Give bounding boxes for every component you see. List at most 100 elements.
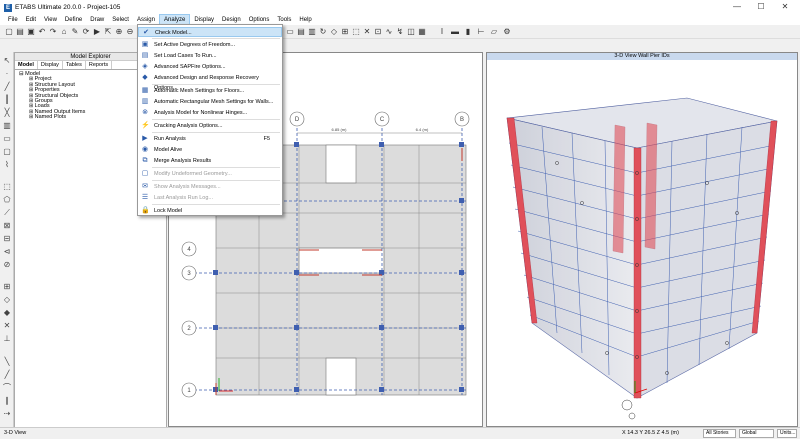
select-poly-icon[interactable]: ⬠ [2,195,12,205]
save-icon[interactable]: ▣ [26,27,36,37]
menu-item-run-analysis[interactable]: ▶ Run Analysis F5 [138,134,282,144]
lock-icon[interactable]: ⌂ [59,27,69,37]
undo-icon[interactable]: ↶ [37,27,47,37]
dimension-icon[interactable]: ⊢ [476,27,486,37]
menu-item-lock-model[interactable]: 🔒 Lock Model [138,206,282,216]
settings-icon[interactable]: ⚙ [502,27,512,37]
pointer-icon[interactable]: ⇱ [103,27,113,37]
select-pointer-icon[interactable]: ↖ [2,56,12,66]
explorer-tab-tables[interactable]: Tables [63,61,86,69]
snap-arc-icon[interactable]: ⌒ [2,383,12,393]
run-icon[interactable]: ▶ [92,27,102,37]
snap-parallel-icon[interactable]: ∥ [2,396,12,406]
plan-view-icon[interactable]: ▤ [296,27,306,37]
select-all-side-icon[interactable]: ⊠ [2,221,12,231]
perspective-icon[interactable]: ◇ [329,27,339,37]
minimize-button[interactable]: — [728,2,746,12]
table-icon[interactable]: ▦ [417,27,427,37]
draw-brace-icon[interactable]: ╳ [2,108,12,118]
grid-icon[interactable]: ⊞ [340,27,350,37]
draw-wall-icon[interactable]: ▥ [2,121,12,131]
draw-point-icon[interactable]: · [2,69,12,79]
previous-selection-icon[interactable]: ⊲ [2,247,12,257]
menu-item-label: Modify Undeformed Geometry... [154,171,232,177]
display-icon[interactable]: ◫ [406,27,416,37]
menu-separator [152,132,280,133]
title-bar: E ETABS Ultimate 20.0.0 - Project-105 — … [0,0,800,15]
pier-icon[interactable]: ⊡ [373,27,383,37]
close-button[interactable]: ✕ [776,2,794,12]
menu-item-model-alive[interactable]: ◉ Model Alive [138,145,282,155]
text-tool-icon[interactable]: I [437,27,447,37]
redo-icon[interactable]: ↷ [48,27,58,37]
units-button[interactable]: Units... [777,429,797,438]
menu-item-merge-analysis-results[interactable]: ⧉ Merge Analysis Results [138,156,282,166]
menu-item-automatic-rectangular-mesh-settings-for-walls[interactable]: ▥ Automatic Rectangular Mesh Settings for… [138,97,282,107]
core-wall-1[interactable] [612,124,626,254]
deform-icon[interactable]: ∿ [384,27,394,37]
draw-beam-icon[interactable]: ┃ [2,95,12,105]
menu-item-advanced-sapfire-options[interactable]: ◈ Advanced SAPFire Options... [138,62,282,72]
pier-wall-front[interactable] [633,147,642,399]
pencil-icon[interactable]: ✎ [70,27,80,37]
open-icon[interactable]: ▤ [15,27,25,37]
3d-model-drawing[interactable] [487,53,798,427]
forces-icon[interactable]: ↯ [395,27,405,37]
menu-edit[interactable]: Edit [22,15,40,25]
menu-help[interactable]: Help [295,15,315,25]
3d-view-window[interactable]: 3-D View Wall Pier IDs [486,52,798,427]
snap-end-icon[interactable]: ◇ [2,295,12,305]
menu-item-advanced-design-and-response-recovery-options[interactable]: ◆ Advanced Design and Response Recovery O… [138,73,282,91]
clear-selection-icon[interactable]: ⊘ [2,260,12,270]
select-window-icon[interactable]: ⬚ [2,182,12,192]
run-icon: ▶ [142,135,148,142]
view-3d-icon[interactable]: ▭ [285,27,295,37]
menu-draw[interactable]: Draw [86,15,108,25]
elevation-icon[interactable]: ▥ [307,27,317,37]
hinge-icon: ⊗ [142,109,148,116]
story-selector[interactable]: All Stories [703,429,736,438]
draw-opening-icon[interactable]: ▢ [2,147,12,157]
refresh-icon[interactable]: ⟳ [81,27,91,37]
rotate-icon[interactable]: ↻ [318,27,328,37]
zoom-in-icon[interactable]: ⊕ [114,27,124,37]
new-model-icon[interactable]: ▢ [4,27,14,37]
snap-line-icon[interactable]: ╲ [2,357,12,367]
draw-frame-icon[interactable]: ╱ [2,82,12,92]
core-wall-2[interactable] [644,122,658,250]
explorer-tab-model[interactable]: Model [15,61,38,69]
menu-select[interactable]: Select [108,15,133,25]
snap-mid-icon[interactable]: ◆ [2,308,12,318]
explorer-tab-display[interactable]: Display [38,61,63,69]
menu-item-modify-undeformed-geometry: ▢ Modify Undeformed Geometry... [138,169,282,179]
draw-floor-icon[interactable]: ▭ [2,134,12,144]
draw-link-icon[interactable]: ⌇ [2,160,12,170]
maximize-button[interactable]: ☐ [752,2,770,12]
wall-tool-icon[interactable]: ▮ [463,27,473,37]
zoom-out-icon[interactable]: ⊖ [125,27,135,37]
menu-separator [152,167,280,168]
select-line-icon[interactable]: ⟋ [2,208,12,218]
explorer-tab-reports[interactable]: Reports [86,61,113,69]
snap-intersect-icon[interactable]: ✕ [2,321,12,331]
menu-separator [152,180,280,181]
deselect-icon[interactable]: ⊟ [2,234,12,244]
section-cut-icon[interactable]: ▱ [489,27,499,37]
menu-define[interactable]: Define [61,15,86,25]
select-all-icon[interactable]: ⬚ [351,27,361,37]
coordinate-system-selector[interactable]: Global [739,429,774,438]
menu-item-set-load-cases-to-run[interactable]: ▤ Set Load Cases To Run... [138,51,282,61]
snap-perp-icon[interactable]: ⊥ [2,334,12,344]
frame-tool-icon[interactable]: ▬ [450,27,460,37]
snap-icon[interactable]: ✕ [362,27,372,37]
menu-item-set-active-degrees-of-freedom[interactable]: ▣ Set Active Degrees of Freedom... [138,40,282,50]
menu-file[interactable]: File [4,15,22,25]
menu-item-analysis-model-for-nonlinear-hinges[interactable]: ⊗ Analysis Model for Nonlinear Hinges... [138,108,282,118]
snap-edge-icon[interactable]: ╱ [2,370,12,380]
menu-view[interactable]: View [40,15,61,25]
menu-item-cracking-analysis-options[interactable]: ⚡ Cracking Analysis Options... [138,121,282,131]
menu-item-automatic-mesh-settings-for-floors[interactable]: ▦ Automatic Mesh Settings for Floors... [138,86,282,96]
menu-item-check-model[interactable]: ✔ Check Model... [138,27,282,37]
snap-extend-icon[interactable]: ⇢ [2,409,12,419]
snap-grid-icon[interactable]: ⊞ [2,282,12,292]
